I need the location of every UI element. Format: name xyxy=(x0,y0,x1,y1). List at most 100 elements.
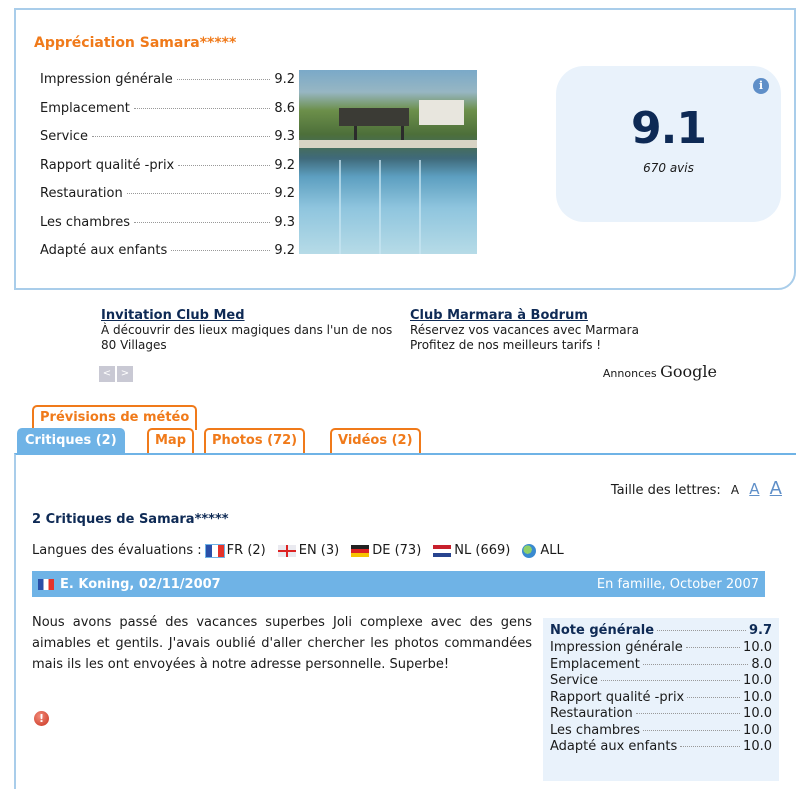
globe-icon xyxy=(522,543,537,558)
criteria-value: 9.3 xyxy=(274,214,295,230)
score-row: Service 10.0 xyxy=(550,673,772,690)
dotted-leader xyxy=(601,680,741,681)
dotted-leader xyxy=(643,729,741,731)
score-row: Emplacement 8.0 xyxy=(550,657,772,674)
tab-videos[interactable]: Vidéos (2) xyxy=(330,428,421,453)
dotted-leader xyxy=(687,696,741,698)
score-label: Note générale xyxy=(550,623,655,638)
criteria-list: Impression générale 9.2 Emplacement 8.6 … xyxy=(40,72,295,272)
font-size-small-link[interactable]: A xyxy=(731,483,739,497)
flag-de-icon xyxy=(351,544,370,557)
lang-de-filter[interactable]: DE (73) xyxy=(351,543,421,558)
dotted-leader xyxy=(176,79,271,80)
font-size-selector: Taille des lettres: A A A xyxy=(611,478,782,499)
lang-fr-label: FR (2) xyxy=(226,543,266,558)
dotted-leader xyxy=(178,164,271,166)
criteria-label: Restauration xyxy=(40,186,123,201)
score-label: Les chambres xyxy=(550,722,641,738)
dotted-leader xyxy=(635,713,741,714)
ad-left[interactable]: Invitation Club Med À découvrir des lieu… xyxy=(101,308,401,353)
font-size-medium-link[interactable]: A xyxy=(749,480,759,498)
review-trip-type: En famille, October 2007 xyxy=(596,576,759,592)
ad-text: Réservez vos vacances avec Marmara xyxy=(410,323,639,337)
lang-en-filter[interactable]: EN (3) xyxy=(277,543,340,558)
criteria-row: Restauration 9.2 xyxy=(40,186,295,215)
lang-nl-filter[interactable]: NL (669) xyxy=(433,543,510,558)
overall-score-box: i 9.1 670 avis xyxy=(556,66,781,222)
photo-pool-deck xyxy=(299,140,477,148)
lang-all-label: ALL xyxy=(540,543,564,558)
score-label: Restauration xyxy=(550,706,633,721)
score-row: Impression générale 10.0 xyxy=(550,640,772,657)
review-text: Nous avons passé des vacances superbes J… xyxy=(32,615,532,672)
ad-right[interactable]: Club Marmara à Bodrum Réservez vos vacan… xyxy=(410,308,710,353)
info-icon[interactable]: i xyxy=(753,78,769,94)
review-author-date: E. Koning, 02/11/2007 xyxy=(60,576,221,592)
criteria-label: Emplacement xyxy=(40,100,130,116)
tab-photos[interactable]: Photos (72) xyxy=(204,428,306,453)
lang-nl-label: NL (669) xyxy=(454,543,511,558)
score-label: Emplacement xyxy=(550,656,640,672)
score-label: Service xyxy=(550,673,599,688)
ad-block: Invitation Club Med À découvrir des lieu… xyxy=(97,304,719,386)
score-value: 10.0 xyxy=(743,706,772,721)
font-size-label: Taille des lettres: xyxy=(610,483,721,498)
score-label: Impression générale xyxy=(550,640,683,655)
criteria-label: Service xyxy=(40,129,89,144)
ads-by-google[interactable]: Annonces Google xyxy=(603,362,717,381)
criteria-row: Adapté aux enfants 9.2 xyxy=(40,243,295,272)
score-value: 10.0 xyxy=(743,673,772,688)
criteria-row: Rapport qualité -prix 9.2 xyxy=(40,158,295,187)
google-logo: Google xyxy=(660,362,717,381)
tab-map[interactable]: Map xyxy=(147,428,195,453)
criteria-row: Emplacement 8.6 xyxy=(40,101,295,130)
flag-nl-icon xyxy=(433,544,452,557)
lang-fr-filter[interactable]: FR (2) xyxy=(204,543,266,558)
score-value: 10.0 xyxy=(743,689,772,705)
lang-en-label: EN (3) xyxy=(298,543,340,558)
tab-critiques[interactable]: Critiques (2) xyxy=(17,428,125,453)
criteria-label: Les chambres xyxy=(40,214,131,230)
score-label: Rapport qualité -prix xyxy=(550,689,685,705)
score-value: 8.0 xyxy=(751,656,772,672)
flag-fr-icon xyxy=(38,578,54,590)
ad-title[interactable]: Invitation Club Med xyxy=(101,308,401,323)
criteria-value: 9.3 xyxy=(274,129,295,144)
ad-navigation: < > xyxy=(99,366,133,382)
photo-pool-lane xyxy=(419,160,421,254)
lang-all-filter[interactable]: ALL xyxy=(522,543,564,558)
score-row: Adapté aux enfants 10.0 xyxy=(550,739,772,756)
criteria-value: 9.2 xyxy=(274,157,295,173)
ad-next-arrow-icon[interactable]: > xyxy=(117,366,133,382)
ad-text: Profitez de nos meilleurs tarifs ! xyxy=(410,338,602,352)
dotted-leader xyxy=(134,221,271,223)
score-value: 10.0 xyxy=(743,739,772,754)
criteria-label: Impression générale xyxy=(40,72,173,87)
score-row: Restauration 10.0 xyxy=(550,706,772,723)
criteria-value: 9.2 xyxy=(274,243,295,258)
tab-weather[interactable]: Prévisions de météo xyxy=(32,405,198,430)
criteria-row: Service 9.3 xyxy=(40,129,295,158)
ad-title[interactable]: Club Marmara à Bodrum xyxy=(410,308,710,323)
rating-title: Appréciation Samara***** xyxy=(34,35,237,51)
review-count: 670 avis xyxy=(643,161,694,175)
photo-pergola-roof xyxy=(339,108,409,126)
review-header: E. Koning, 02/11/2007 En famille, Octobe… xyxy=(32,571,765,597)
criteria-value: 9.2 xyxy=(274,186,295,201)
lang-de-label: DE (73) xyxy=(372,543,422,558)
ad-prev-arrow-icon[interactable]: < xyxy=(99,366,115,382)
score-label: Adapté aux enfants xyxy=(550,739,678,754)
photo-pool-lane xyxy=(379,160,381,254)
overall-score-row: Note générale 9.7 xyxy=(550,623,772,640)
dotted-leader xyxy=(680,746,741,747)
flag-en-icon xyxy=(277,544,296,557)
overall-score: 9.1 xyxy=(631,103,707,154)
font-size-large-link[interactable]: A xyxy=(770,478,782,499)
hotel-pool-photo[interactable] xyxy=(299,70,477,254)
report-abuse-icon[interactable]: ! xyxy=(34,711,49,726)
criteria-row: Les chambres 9.3 xyxy=(40,215,295,244)
rating-panel: Appréciation Samara***** Impression géné… xyxy=(14,8,796,290)
annonces-label: Annonces xyxy=(602,367,657,380)
criteria-label: Adapté aux enfants xyxy=(40,243,168,258)
score-row: Les chambres 10.0 xyxy=(550,723,772,740)
